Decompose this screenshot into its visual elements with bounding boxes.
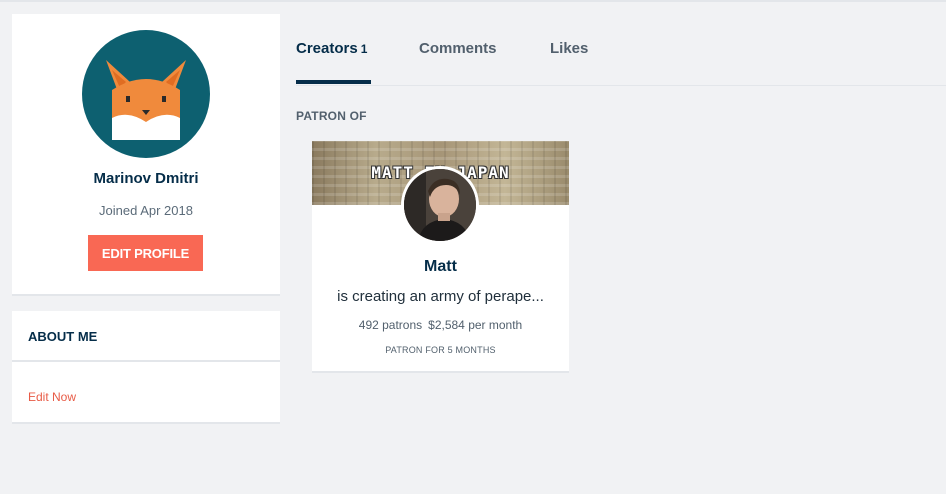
creator-monthly-amount: $2,584 per month [428,318,523,332]
about-edit-now-link[interactable]: Edit Now [28,390,76,404]
tab-likes[interactable]: Likes [550,40,588,57]
tab-creators[interactable]: Creators 1 [296,40,367,57]
creator-tagline: is creating an army of perape... [337,288,544,305]
creator-name: Matt [424,258,457,275]
about-me-card: ABOUT ME Edit Now [12,311,280,424]
creator-stats: 492 patrons $2,584 per month [312,318,569,332]
patron-duration: PATRON FOR 5 MONTHS [385,345,496,355]
tab-creators-count: 1 [360,42,368,56]
tab-likes-label: Likes [550,40,589,57]
about-me-title: ABOUT ME [12,311,280,362]
fox-avatar-icon[interactable] [82,30,210,158]
tab-comments-label: Comments [419,40,497,57]
edit-profile-button[interactable]: EDIT PROFILE [88,235,203,271]
creator-patron-count: 492 patrons [358,318,423,332]
active-tab-indicator [296,80,371,84]
creator-card[interactable]: MATT IN JAPAN Matt is creating an army o… [312,141,569,373]
profile-tabs: Creators 1 Comments Likes [296,2,946,86]
creator-avatar[interactable] [401,166,479,244]
patron-of-heading: PATRON OF [296,109,367,123]
profile-card: Marinov Dmitri Joined Apr 2018 EDIT PROF… [12,14,280,296]
profile-name: Marinov Dmitri [93,170,199,187]
tab-comments[interactable]: Comments [419,40,497,57]
tab-creators-label: Creators [296,40,358,57]
profile-joined-date: Joined Apr 2018 [99,203,193,218]
